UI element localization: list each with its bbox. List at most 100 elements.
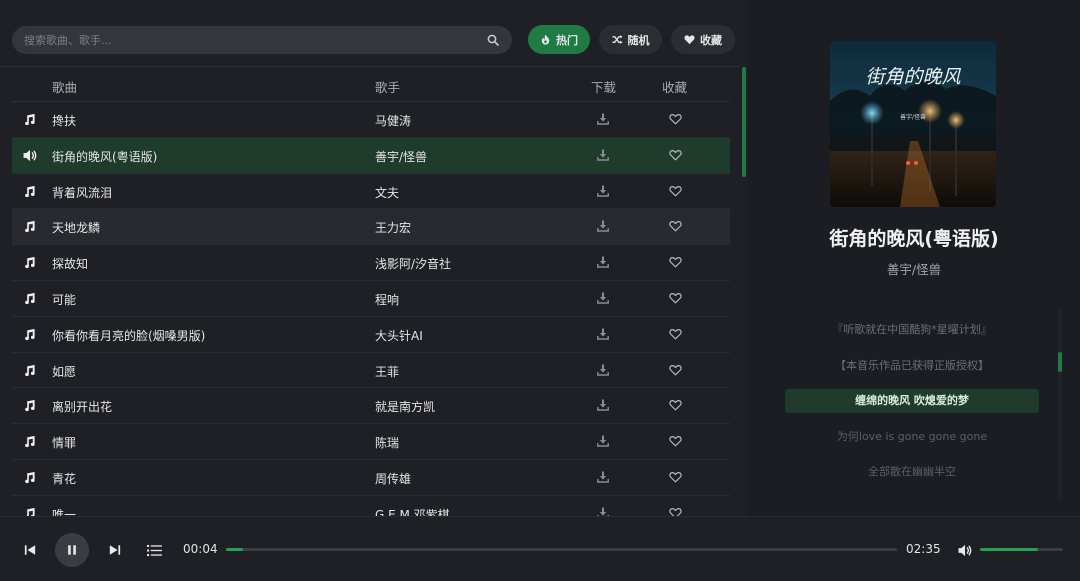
song-artist: 大头针AI [375,328,423,343]
search-icon[interactable] [486,33,500,47]
table-row[interactable]: 离别开出花 就是南方凯 [12,388,730,425]
previous-button[interactable] [21,541,39,559]
table-row[interactable]: 探故知 浅影阿/汐音社 [12,245,730,281]
song-title: 唯一 [52,507,77,516]
progress-slider[interactable] [226,548,897,551]
download-icon[interactable] [597,399,609,412]
now-playing-pane: 街角的晚风 善宇/怪兽 街角的晚风(粤语版) 善宇/怪兽 『听歌就在中国酷狗*星… [748,0,1080,516]
favorite-heart-icon[interactable] [669,328,682,340]
favorite-heart-icon[interactable] [669,435,682,447]
cover-title-art: 街角的晚风 [865,66,961,88]
favorite-heart-icon[interactable] [669,256,682,268]
favorite-heart-icon[interactable] [669,149,682,161]
lyrics-panel: 『听歌就在中国酷狗*星曜计划』 【本音乐作品已获得正版授权】 缠绵的晚风 吹熄爱的梦… [785,318,1039,496]
favorite-heart-icon[interactable] [669,220,682,232]
download-icon[interactable] [597,113,609,125]
music-note-icon [23,399,37,413]
download-icon[interactable] [597,435,609,447]
download-icon[interactable] [597,471,609,483]
download-icon[interactable] [597,256,609,268]
favorite-heart-icon[interactable] [669,113,682,125]
column-header-song: 歌曲 [52,80,78,95]
song-artist: G.E.M.邓紫棋 [375,507,450,516]
lyrics-scroll-thumb[interactable] [1058,352,1062,372]
table-row[interactable]: 唯一 G.E.M.邓紫棋 [12,496,730,516]
column-header-artist: 歌手 [375,80,401,95]
column-header-favorite: 收藏 [662,80,688,95]
table-row[interactable]: 你看你看月亮的脸(烟嗓男版) 大头针AI [12,317,730,353]
download-icon[interactable] [597,328,609,340]
download-icon[interactable] [597,364,609,376]
lyrics-scrollbar[interactable] [1058,308,1062,498]
pause-button[interactable] [55,533,89,567]
music-note-icon [23,113,37,127]
filter-favorites-label: 收藏 [700,33,722,47]
song-artist: 王菲 [375,364,400,379]
table-row[interactable]: 青花 周传雄 [12,460,730,496]
heart-icon [684,35,695,45]
search-input[interactable] [24,33,486,47]
download-icon[interactable] [597,220,609,233]
playlist-button[interactable] [145,541,163,559]
song-artist: 陈瑞 [375,436,400,451]
search-box [12,26,512,54]
song-title: 探故知 [52,257,89,272]
song-title: 情罪 [52,436,77,451]
song-artist: 王力宏 [375,221,412,236]
table-row[interactable]: 情罪 陈瑞 [12,424,730,460]
table-row[interactable]: 可能 程响 [12,281,730,317]
now-playing-artist: 善宇/怪兽 [886,262,942,277]
column-header-download: 下载 [591,80,617,95]
cover-artist-art: 善宇/怪兽 [900,113,926,121]
song-table-header: 歌曲 歌手 下载 收藏 [12,67,730,102]
table-row[interactable]: 如愿 王菲 [12,353,730,389]
volume-icon [958,544,971,556]
favorite-heart-icon[interactable] [669,399,682,411]
music-note-icon [23,185,37,199]
favorite-heart-icon[interactable] [669,185,682,197]
flame-icon [541,34,550,45]
song-artist: 文夫 [375,185,400,200]
song-title: 青花 [52,471,77,486]
song-title: 如愿 [52,364,77,379]
song-list-scroll-thumb[interactable] [742,67,746,177]
music-note-icon [23,256,37,270]
favorite-heart-icon[interactable] [669,507,682,516]
music-note-icon [23,220,37,234]
song-artist: 善宇/怪兽 [375,149,428,164]
song-title: 天地龙鳞 [52,221,101,236]
download-icon[interactable] [597,149,609,161]
next-button[interactable] [106,541,124,559]
download-icon[interactable] [597,292,609,304]
table-row[interactable]: 天地龙鳞 王力宏 [12,209,730,246]
download-icon[interactable] [597,507,609,516]
song-artist: 就是南方凯 [375,400,436,415]
song-title: 街角的晚风(粤语版) [52,149,158,164]
now-playing-title: 街角的晚风(粤语版) [829,228,999,250]
lyric-line[interactable]: 【本音乐作品已获得正版授权】 [785,354,1039,378]
favorite-heart-icon[interactable] [669,292,682,304]
favorite-heart-icon[interactable] [669,471,682,483]
favorite-heart-icon[interactable] [669,364,682,376]
volume-button[interactable] [956,541,974,559]
filter-hot-button[interactable]: 热门 [528,25,590,54]
lyric-line-current[interactable]: 缠绵的晚风 吹熄爱的梦 [785,389,1039,413]
song-artist: 马健涛 [375,114,412,128]
filter-random-button[interactable]: 随机 [599,25,662,54]
song-title: 背着风流泪 [52,185,113,200]
filter-favorites-button[interactable]: 收藏 [671,25,735,54]
skip-previous-icon [24,545,36,555]
volume-slider[interactable] [980,548,1063,551]
lyric-line[interactable]: 为何love is gone gone gone [785,425,1039,449]
progress-fill [226,548,244,551]
table-row[interactable]: 搀扶 马健涛 [12,102,730,138]
lyric-line[interactable]: 全部散在幽幽半空 [785,460,1039,484]
table-row[interactable]: 背着风流泪 文夫 [12,174,730,210]
total-time: 02:35 [906,542,941,556]
playlist-icon [146,544,162,556]
lyric-line[interactable]: 『听歌就在中国酷狗*星曜计划』 [785,318,1039,342]
filter-hot-label: 热门 [556,33,578,47]
download-icon[interactable] [597,185,609,197]
table-row-playing[interactable]: 街角的晚风(粤语版) 善宇/怪兽 [12,137,730,174]
song-table-body: 搀扶 马健涛街角的晚风(粤语版) 善宇/怪兽背着风流泪 文夫天地龙鳞 王力宏探故知 浅影阿… [12,102,730,516]
